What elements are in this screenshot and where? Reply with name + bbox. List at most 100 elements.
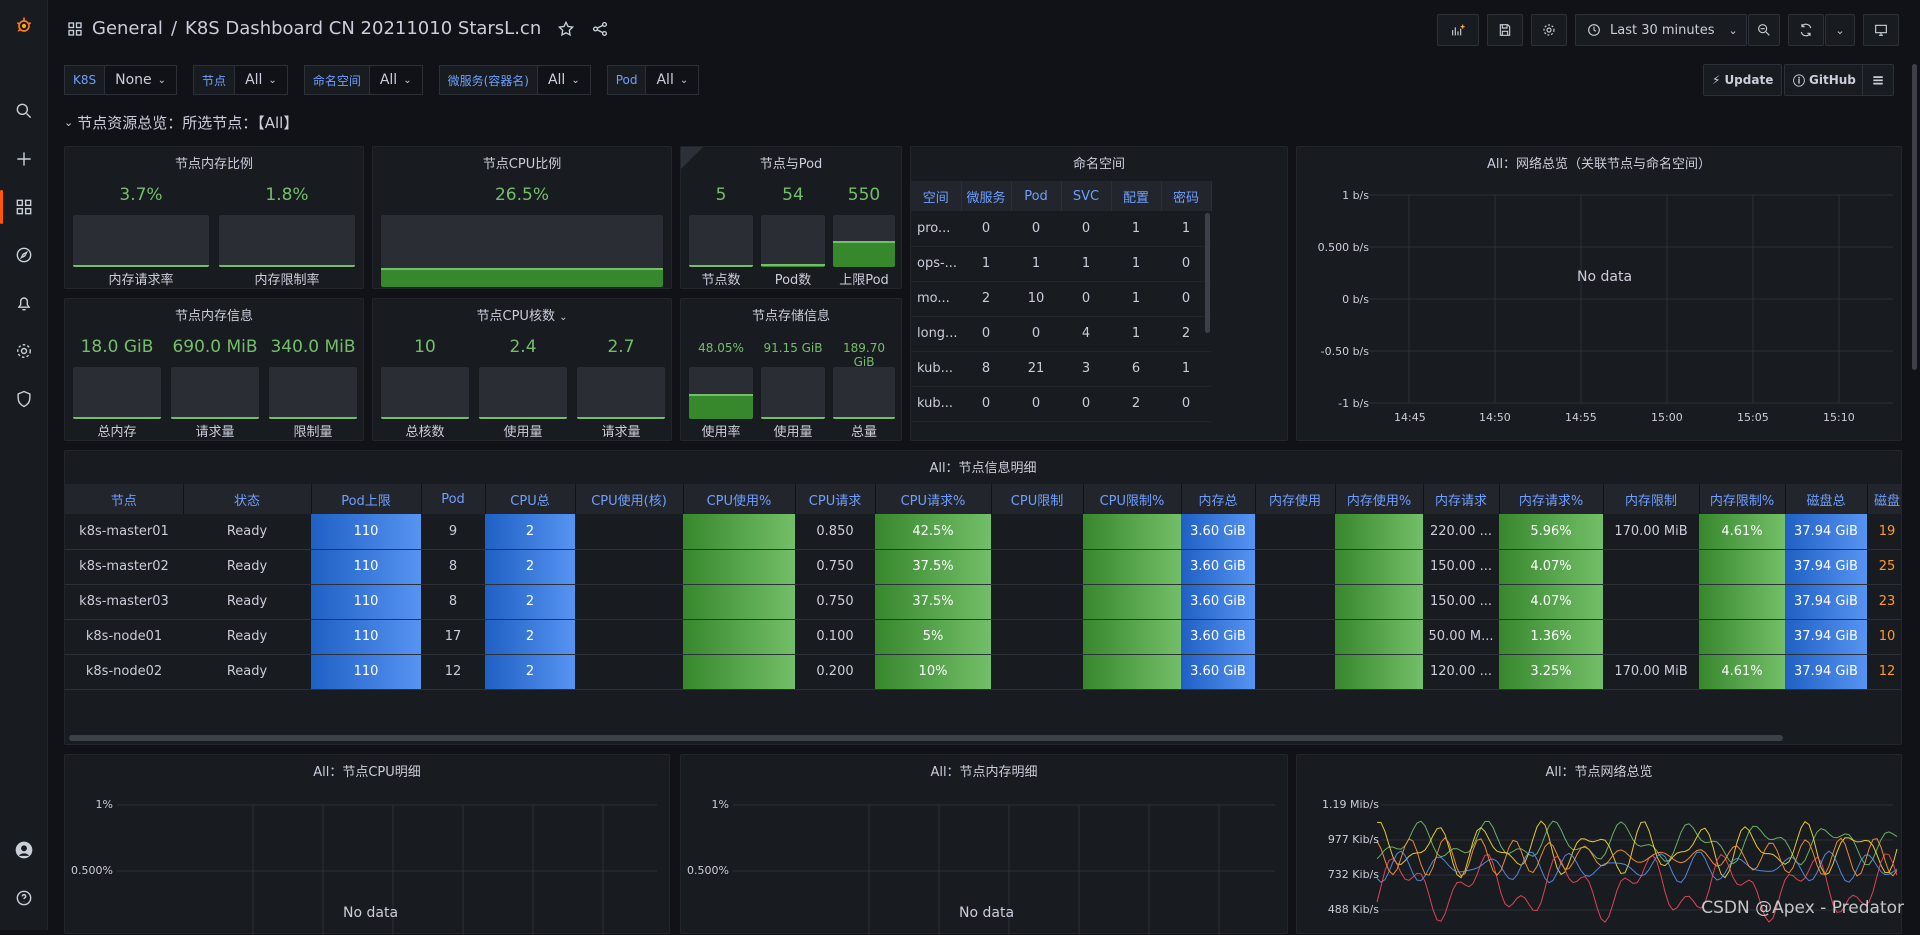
menu-button[interactable]: ≡ (1862, 64, 1894, 96)
col-header[interactable]: 内存使用% (1335, 484, 1424, 514)
col-header[interactable]: 密码 (1161, 181, 1212, 211)
col-header[interactable]: Pod (421, 484, 486, 514)
var-select-pod[interactable]: All ⌄ (646, 65, 700, 95)
table-row: ops-... 1 1 1 1 0 (911, 246, 1211, 282)
update-link[interactable]: ⚡ Update (1703, 64, 1783, 96)
var-select-service[interactable]: All ⌄ (537, 65, 591, 95)
col-header[interactable]: 内存请求 (1423, 484, 1500, 514)
table-cell (1603, 549, 1699, 585)
refresh-button[interactable] (1788, 14, 1824, 46)
col-header[interactable]: 内存总 (1181, 484, 1256, 514)
col-header[interactable]: Pod上限 (311, 484, 422, 514)
search-icon[interactable] (0, 91, 48, 131)
col-header[interactable]: 空间 (911, 181, 962, 211)
gauge-value: 10 (414, 337, 436, 357)
scrollbar[interactable] (1205, 213, 1210, 333)
table-cell: 1 (961, 246, 1011, 282)
configuration-gear-icon[interactable] (0, 331, 48, 371)
table-cell: 0 (1011, 316, 1061, 352)
table-cell: 3.60 GiB (1181, 514, 1255, 550)
col-header[interactable]: CPU限制 (991, 484, 1084, 514)
grafana-logo-icon[interactable] (0, 6, 48, 46)
col-header[interactable]: 磁盘总 (1785, 484, 1868, 514)
col-header[interactable]: CPU总 (485, 484, 576, 514)
horizontal-scrollbar[interactable] (69, 735, 1783, 741)
table-cell: 110 (311, 619, 421, 655)
table-cell (1335, 514, 1423, 550)
star-icon[interactable] (557, 20, 575, 38)
table-cell: 0.850 (795, 514, 875, 550)
page-scrollbar[interactable] (1912, 64, 1917, 370)
server-admin-shield-icon[interactable] (0, 379, 48, 419)
refresh-interval-button[interactable]: ⌄ (1825, 14, 1855, 46)
share-icon[interactable] (591, 20, 609, 38)
panel-cpu-cores: 节点CPU核数 ⌄ 10 总核数 2.4 使用量 2.7 请求量 (372, 298, 672, 441)
y-tick: 1% (95, 798, 113, 811)
row-header[interactable]: ⌄ 节点资源总览：所选节点：【All】 (64, 112, 298, 133)
create-plus-icon[interactable] (0, 139, 48, 179)
var-label-service: 微服务(容器名) (438, 65, 538, 95)
col-header[interactable]: Pod (1011, 181, 1062, 211)
explore-compass-icon[interactable] (0, 235, 48, 275)
dashboard-settings-button[interactable] (1531, 14, 1567, 46)
col-header[interactable]: 微服务 (961, 181, 1012, 211)
help-icon[interactable] (0, 878, 48, 918)
panel-title-row[interactable]: 节点CPU核数 ⌄ (373, 305, 671, 324)
add-panel-button[interactable] (1437, 14, 1479, 46)
table-cell: 3.60 GiB (1181, 619, 1255, 655)
alerting-bell-icon[interactable] (0, 283, 48, 323)
var-select-namespace[interactable]: All ⌄ (369, 65, 423, 95)
gauge-bar (479, 367, 567, 419)
col-header[interactable]: 内存请求% (1499, 484, 1604, 514)
col-header[interactable]: CPU请求 (795, 484, 876, 514)
table-cell: 3.25% (1499, 654, 1603, 690)
time-range-picker[interactable]: Last 30 minutes ⌄ (1575, 14, 1747, 46)
table-cell (575, 549, 683, 585)
y-tick: 1% (711, 798, 729, 811)
col-header[interactable]: 磁盘 (1867, 484, 1901, 514)
y-tick: 0 b/s (1342, 293, 1369, 306)
table-cell (1603, 584, 1699, 620)
table-cell: Ready (183, 549, 311, 585)
col-header[interactable]: 内存使用 (1255, 484, 1336, 514)
gauge-fill (73, 417, 161, 419)
var-select-node[interactable]: All ⌄ (235, 65, 288, 95)
breadcrumb-folder[interactable]: General (92, 18, 163, 39)
col-header[interactable]: CPU使用% (683, 484, 796, 514)
table-cell: 220.00 ... (1423, 514, 1499, 550)
dashboard-title[interactable]: K8S Dashboard CN 20211010 StarsL.cn (185, 18, 541, 39)
table-cell (1699, 584, 1785, 620)
table-cell (1083, 549, 1181, 585)
table-cell: 3.60 GiB (1181, 654, 1255, 690)
table-row: kub... 8 21 3 6 1 (911, 351, 1211, 387)
panel-namespace: 命名空间 空间 微服务 Pod SVC 配置 密码 pro... 0 0 0 1 1 ops… (910, 146, 1288, 441)
github-link[interactable]: ⓘ GitHub (1784, 64, 1865, 96)
col-header[interactable]: 状态 (183, 484, 312, 514)
info-circle-icon: ⓘ (1793, 73, 1806, 88)
col-header[interactable]: 内存限制 (1603, 484, 1700, 514)
col-header[interactable]: CPU请求% (875, 484, 992, 514)
table-cell: 0 (1161, 281, 1211, 317)
gauge-label: 使用量 (773, 425, 813, 440)
col-header[interactable]: 配置 (1111, 181, 1162, 211)
var-value-k8s: None (115, 72, 152, 88)
user-avatar[interactable] (0, 830, 48, 870)
col-header[interactable]: SVC (1061, 181, 1112, 211)
zoom-out-button[interactable] (1748, 14, 1780, 46)
table-cell: 0 (1011, 386, 1061, 422)
col-header[interactable]: CPU使用(核) (575, 484, 684, 514)
dashboards-icon[interactable] (0, 187, 48, 227)
tv-mode-button[interactable] (1863, 14, 1899, 46)
table-cell: 37.94 GiB (1785, 514, 1867, 550)
var-select-k8s[interactable]: None ⌄ (105, 65, 178, 95)
col-header[interactable]: 内存限制% (1699, 484, 1786, 514)
panel-node-pod: 节点与Pod 5 节点数 54 Pod数 550 上限Pod (680, 146, 902, 289)
gauge-bar (73, 215, 209, 267)
col-header[interactable]: 节点 (65, 484, 184, 514)
save-dashboard-button[interactable] (1487, 14, 1523, 46)
col-header[interactable]: CPU限制% (1083, 484, 1182, 514)
table-cell (1335, 549, 1423, 585)
table-cell: 0.750 (795, 584, 875, 620)
gauge-fill (381, 417, 469, 419)
panel-title: 节点存储信息 (751, 309, 830, 324)
